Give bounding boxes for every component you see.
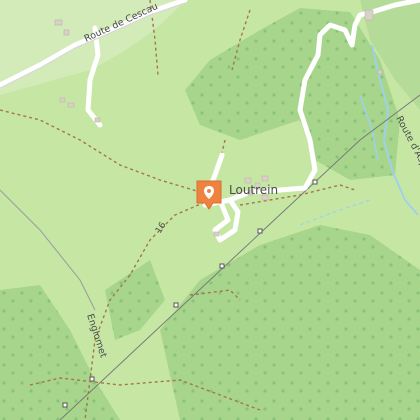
map-view[interactable]: Route de Cescau Route d'Aspe Loutrein 16… [0,0,420,420]
map-canvas[interactable]: Route de Cescau Route d'Aspe Loutrein 16… [0,0,420,420]
village-label: Loutrein [229,183,278,197]
